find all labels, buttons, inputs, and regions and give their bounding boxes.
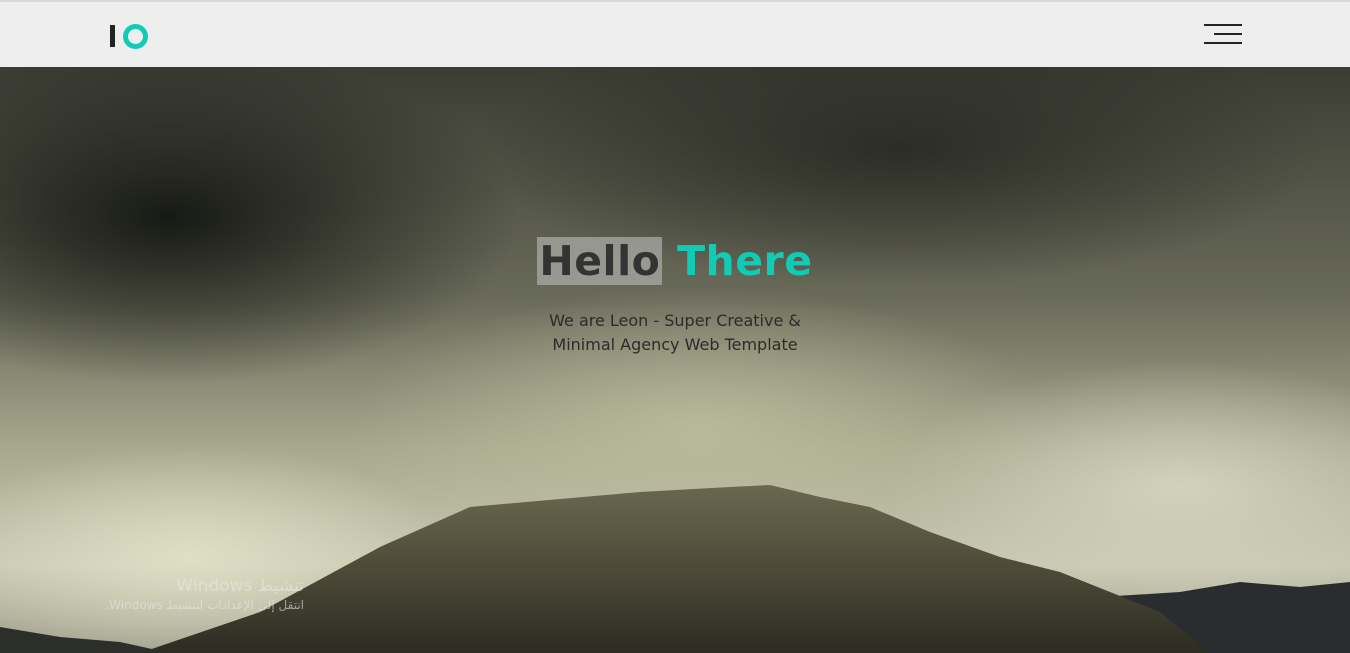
top-navbar <box>0 0 1350 67</box>
logo-ring-mark <box>123 23 148 49</box>
hero-title-hello: Hello <box>537 237 663 285</box>
windows-activation-watermark: تنشيط Windows انتقل إلى الإعدادات لتنشيط… <box>105 576 304 612</box>
hero-title: Hello There <box>0 237 1350 285</box>
logo[interactable] <box>110 23 148 49</box>
logo-bar-mark <box>110 25 115 47</box>
hamburger-icon[interactable] <box>1204 22 1242 46</box>
watermark-line1: تنشيط Windows <box>176 576 304 596</box>
hero-subtitle-line1: We are Leon - Super Creative & <box>549 311 801 330</box>
hero-title-there: There <box>677 237 813 285</box>
hero-subtitle: We are Leon - Super Creative & Minimal A… <box>0 309 1350 357</box>
watermark-line2: انتقل إلى الإعدادات لتنشيط Windows. <box>105 598 304 612</box>
mountain-background-image <box>0 485 1350 653</box>
hero-subtitle-line2: Minimal Agency Web Template <box>552 335 798 354</box>
hero-section: Hello There We are Leon - Super Creative… <box>0 67 1350 653</box>
